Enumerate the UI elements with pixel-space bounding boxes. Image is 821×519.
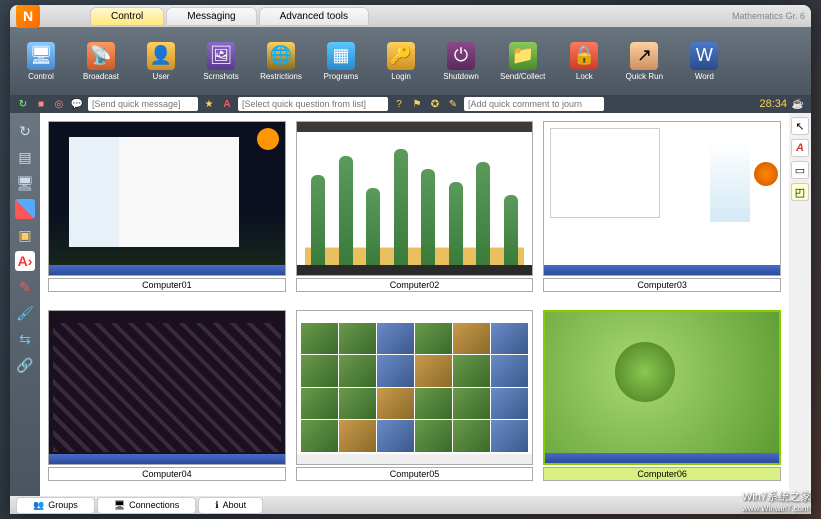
info-icon: ℹ	[215, 500, 218, 511]
bottom-bar: 👥Groups 🖥Connections ℹAbout	[10, 496, 811, 514]
sub-toolbar: ↻ ■ ◎ 💬 ★ A ? ⚑ ✪ ✎ 28:34 ☕	[10, 95, 811, 113]
lesson-timer: 28:34	[759, 98, 787, 110]
computer-thumb-selected[interactable]: Computer06	[543, 310, 781, 489]
computer-grid: Computer01 Computer02 Computer03 Compute…	[40, 113, 789, 496]
side-toolbar: ↻ ▤ 🖥 ▣ A› ✎ 🖌 ⇆ 🔗	[10, 113, 40, 496]
side-present-icon[interactable]: ▣	[15, 225, 35, 245]
group-icon: 👥	[33, 500, 44, 511]
tool-login[interactable]: 🔑Login	[380, 42, 422, 81]
question-icon[interactable]: ?	[392, 97, 406, 111]
side-grid-icon[interactable]	[15, 199, 35, 219]
computer-label: Computer01	[48, 278, 286, 292]
computer-label: Computer04	[48, 467, 286, 481]
main-toolbar: 🖥Control 📡Broadcast 👤User 🖼Scrnshots 🌐Re…	[10, 27, 811, 95]
quick-question-input[interactable]	[238, 97, 388, 111]
bottom-tab-connections[interactable]: 🖥Connections	[97, 497, 196, 514]
side-pen-icon[interactable]: ✎	[15, 277, 35, 297]
sticky-icon[interactable]: ◰	[791, 183, 809, 201]
right-toolbar: ↖ A ▭ ◰	[789, 113, 811, 496]
monitor-icon: 🖥	[114, 500, 125, 511]
tool-sendcollect[interactable]: 📁Send/Collect	[500, 42, 545, 81]
quick-comment-input[interactable]	[464, 97, 604, 111]
tool-shutdown[interactable]: ⏻Shutdown	[440, 42, 482, 81]
computer-thumb[interactable]: Computer03	[543, 121, 781, 300]
bottom-tab-about[interactable]: ℹAbout	[198, 497, 263, 514]
tool-restrictions[interactable]: 🌐Restrictions	[260, 42, 302, 81]
tool-broadcast[interactable]: 📡Broadcast	[80, 42, 122, 81]
badge-icon[interactable]: ✪	[428, 97, 442, 111]
tool-screenshots[interactable]: 🖼Scrnshots	[200, 42, 242, 81]
tool-quickrun[interactable]: ↗Quick Run	[623, 42, 665, 81]
tab-messaging[interactable]: Messaging	[166, 7, 256, 26]
watermark: Win7系统之家 www.Winwin7.com	[742, 488, 811, 513]
computer-thumb[interactable]: Computer05	[296, 310, 534, 489]
side-font-icon[interactable]: A›	[15, 251, 35, 271]
stop-icon[interactable]: ■	[34, 97, 48, 111]
tool-programs[interactable]: ▦Programs	[320, 42, 362, 81]
computer-label: Computer03	[543, 278, 781, 292]
app-logo: N	[16, 5, 40, 28]
chat-icon[interactable]: 💬	[70, 97, 84, 111]
computer-label: Computer06	[543, 467, 781, 481]
timer-icon[interactable]: ☕	[791, 97, 805, 111]
top-tabs: Control Messaging Advanced tools	[90, 7, 369, 26]
font-icon[interactable]: A	[220, 97, 234, 111]
star-icon[interactable]: ★	[202, 97, 216, 111]
refresh-icon[interactable]: ↻	[16, 97, 30, 111]
side-brush-icon[interactable]: 🖌	[15, 303, 35, 323]
side-layers-icon[interactable]: ▤	[15, 147, 35, 167]
target-icon[interactable]: ◎	[52, 97, 66, 111]
side-monitor-icon[interactable]: 🖥	[15, 173, 35, 193]
tool-word[interactable]: WWord	[683, 42, 725, 81]
computer-label: Computer05	[296, 467, 534, 481]
annotate-icon[interactable]: A	[791, 139, 809, 157]
tab-control[interactable]: Control	[90, 7, 164, 26]
flag-icon[interactable]: ⚑	[410, 97, 424, 111]
computer-thumb[interactable]: Computer04	[48, 310, 286, 489]
note-icon[interactable]: ✎	[446, 97, 460, 111]
main-area: ↻ ▤ 🖥 ▣ A› ✎ 🖌 ⇆ 🔗 Computer01 Computer02…	[10, 113, 811, 496]
computer-label: Computer02	[296, 278, 534, 292]
rectangle-icon[interactable]: ▭	[791, 161, 809, 179]
title-subject: Mathematics Gr. 6	[732, 11, 805, 21]
app-window: N Control Messaging Advanced tools Mathe…	[10, 5, 811, 514]
side-refresh-icon[interactable]: ↻	[15, 121, 35, 141]
side-sync-icon[interactable]: ⇆	[15, 329, 35, 349]
bottom-tab-groups[interactable]: 👥Groups	[16, 497, 95, 514]
computer-thumb[interactable]: Computer01	[48, 121, 286, 300]
tool-control[interactable]: 🖥Control	[20, 42, 62, 81]
cursor-icon[interactable]: ↖	[791, 117, 809, 135]
tool-user[interactable]: 👤User	[140, 42, 182, 81]
side-link-icon[interactable]: 🔗	[15, 355, 35, 375]
computer-thumb[interactable]: Computer02	[296, 121, 534, 300]
tab-advanced[interactable]: Advanced tools	[259, 7, 369, 26]
title-bar: N Control Messaging Advanced tools Mathe…	[10, 5, 811, 27]
quick-message-input[interactable]	[88, 97, 198, 111]
tool-lock[interactable]: 🔒Lock	[563, 42, 605, 81]
